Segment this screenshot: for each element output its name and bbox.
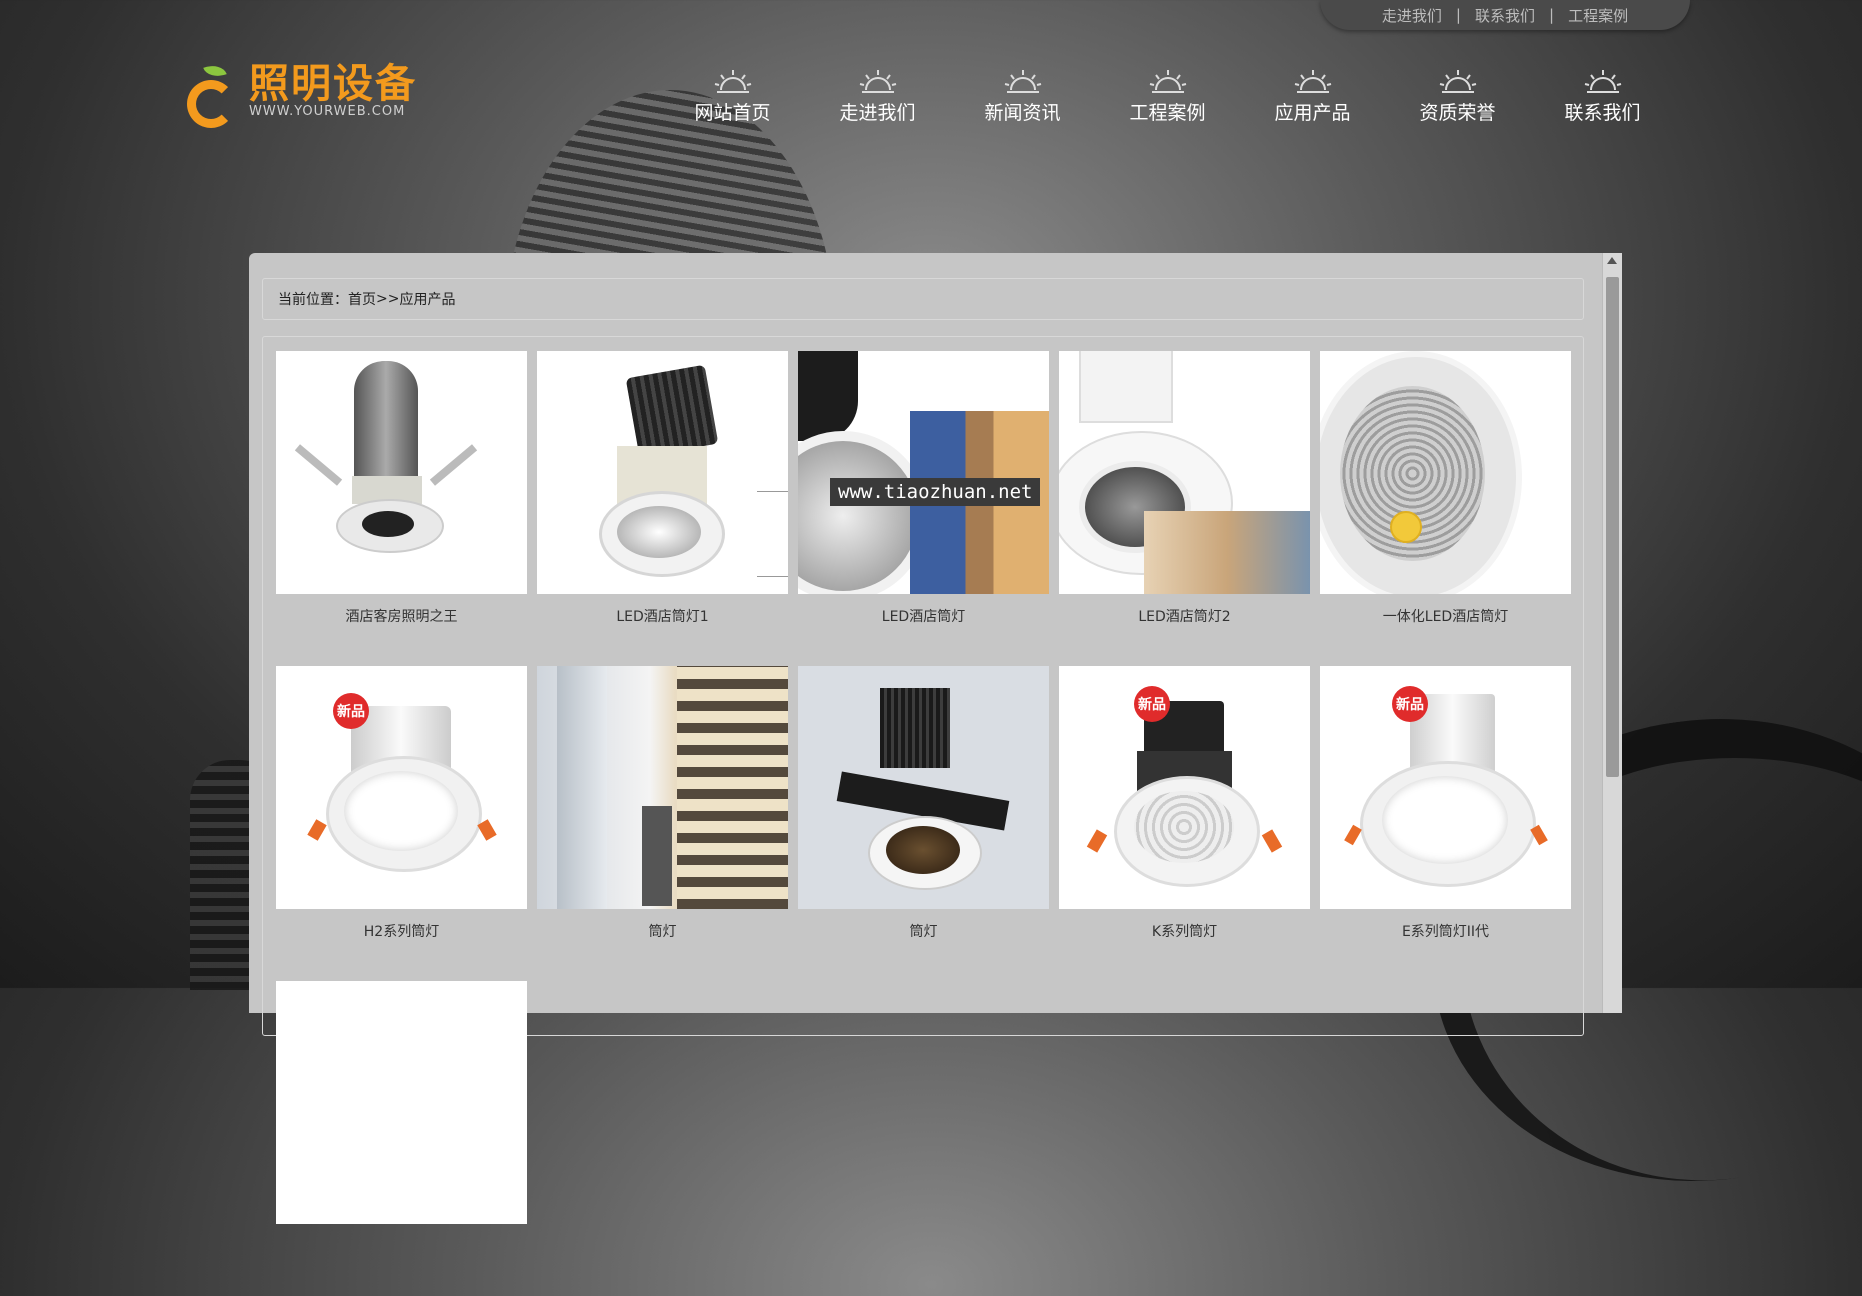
product-card[interactable]: 筒灯 (798, 666, 1049, 981)
new-badge: 新品 (333, 693, 369, 729)
nav-label: 走进我们 (839, 102, 916, 124)
logo-url: WWW.YOURWEB.COM (249, 104, 406, 119)
top-link-separator: | (1455, 6, 1461, 24)
product-card[interactable]: 一体化LED酒店筒灯 (1320, 351, 1571, 666)
breadcrumb-current[interactable]: 应用产品 (399, 289, 455, 309)
nav-label: 新闻资讯 (984, 102, 1061, 124)
product-name[interactable]: H2系列筒灯 (276, 921, 527, 941)
product-image[interactable]: 新品 (1059, 666, 1310, 909)
product-name[interactable]: 一体化LED酒店筒灯 (1320, 606, 1571, 626)
nav-label: 工程案例 (1129, 102, 1206, 124)
product-name[interactable]: 筒灯 (798, 921, 1049, 941)
sun-icon (714, 70, 751, 93)
sun-icon (859, 70, 896, 93)
product-image[interactable] (276, 981, 527, 1224)
nav-label: 网站首页 (694, 102, 771, 124)
product-card[interactable]: 新品 K系列筒灯 (1059, 666, 1310, 981)
nav-label: 资质荣誉 (1419, 102, 1496, 124)
sun-icon (1149, 70, 1186, 93)
product-image[interactable] (537, 351, 788, 594)
top-links-bar: 走进我们 | 联系我们 | 工程案例 (1320, 0, 1690, 30)
product-card-partial[interactable] (276, 981, 527, 1296)
sun-icon (1584, 70, 1621, 93)
product-name[interactable]: LED酒店筒灯2 (1059, 606, 1310, 626)
sun-icon (1294, 70, 1331, 93)
breadcrumb: 当前位置： 首页 >> 应用产品 (262, 278, 1584, 320)
breadcrumb-prefix: 当前位置： (278, 292, 348, 308)
product-name[interactable]: 筒灯 (537, 921, 788, 941)
product-card[interactable]: LED酒店筒灯 (798, 351, 1049, 666)
site-logo[interactable]: 照明设备 WWW.YOURWEB.COM (183, 61, 417, 132)
product-image[interactable] (1320, 351, 1571, 594)
nav-item-products[interactable]: 应用产品 (1240, 68, 1385, 125)
main-nav: 网站首页 走进我们 新闻资讯 工程案例 应用产品 资质荣誉 联系我们 (660, 68, 1675, 125)
logo-title: 照明设备 (249, 61, 417, 107)
product-name[interactable]: LED酒店筒灯 (798, 606, 1049, 626)
sun-icon (1439, 70, 1476, 93)
product-card[interactable]: 新品 H2系列筒灯 (276, 666, 527, 981)
product-name[interactable]: K系列筒灯 (1059, 921, 1310, 941)
logo-mark-icon (183, 61, 243, 132)
top-link-separator: | (1549, 6, 1555, 24)
scroll-thumb[interactable] (1606, 277, 1619, 777)
nav-item-news[interactable]: 新闻资讯 (950, 68, 1095, 125)
new-badge: 新品 (1134, 686, 1170, 722)
nav-item-cases[interactable]: 工程案例 (1095, 68, 1240, 125)
product-image[interactable]: 新品 (276, 666, 527, 909)
scrollbar[interactable] (1602, 253, 1622, 1013)
product-image[interactable] (1059, 351, 1310, 594)
product-card[interactable]: LED酒店筒灯2 (1059, 351, 1310, 666)
content-panel: 当前位置： 首页 >> 应用产品 酒店客房照明之王 LED酒店筒灯1 LED酒店… (249, 253, 1622, 1224)
nav-label: 应用产品 (1274, 102, 1351, 124)
product-card[interactable]: 新品 E系列筒灯II代 (1320, 666, 1571, 981)
nav-item-contact[interactable]: 联系我们 (1530, 68, 1675, 125)
top-link-contact[interactable]: 联系我们 (1475, 5, 1535, 26)
product-grid-box: 酒店客房照明之王 LED酒店筒灯1 LED酒店筒灯 LED酒店筒灯2 一体化LE… (262, 336, 1584, 1224)
top-link-about[interactable]: 走进我们 (1382, 5, 1442, 26)
product-name[interactable]: LED酒店筒灯1 (537, 606, 788, 626)
nav-item-about[interactable]: 走进我们 (805, 68, 950, 125)
product-image[interactable] (798, 666, 1049, 909)
watermark: www.tiaozhuan.net (830, 478, 1041, 506)
scroll-up-arrow-icon[interactable] (1607, 257, 1617, 264)
product-image[interactable] (276, 351, 527, 594)
product-card[interactable]: LED酒店筒灯1 (537, 351, 788, 666)
breadcrumb-home-link[interactable]: 首页 (348, 289, 376, 309)
breadcrumb-separator: >> (376, 291, 400, 307)
product-card[interactable]: 筒灯 (537, 666, 788, 981)
top-link-cases[interactable]: 工程案例 (1568, 5, 1628, 26)
sun-icon (1004, 70, 1041, 93)
product-image[interactable] (537, 666, 788, 909)
new-badge: 新品 (1392, 686, 1428, 722)
product-name[interactable]: 酒店客房照明之王 (276, 606, 527, 626)
nav-item-honors[interactable]: 资质荣誉 (1385, 68, 1530, 125)
nav-label: 联系我们 (1564, 102, 1641, 124)
product-image[interactable] (798, 351, 1049, 594)
product-image[interactable]: 新品 (1320, 666, 1571, 909)
product-name[interactable]: E系列筒灯II代 (1320, 921, 1571, 941)
product-card[interactable]: 酒店客房照明之王 (276, 351, 527, 666)
nav-item-home[interactable]: 网站首页 (660, 68, 805, 125)
